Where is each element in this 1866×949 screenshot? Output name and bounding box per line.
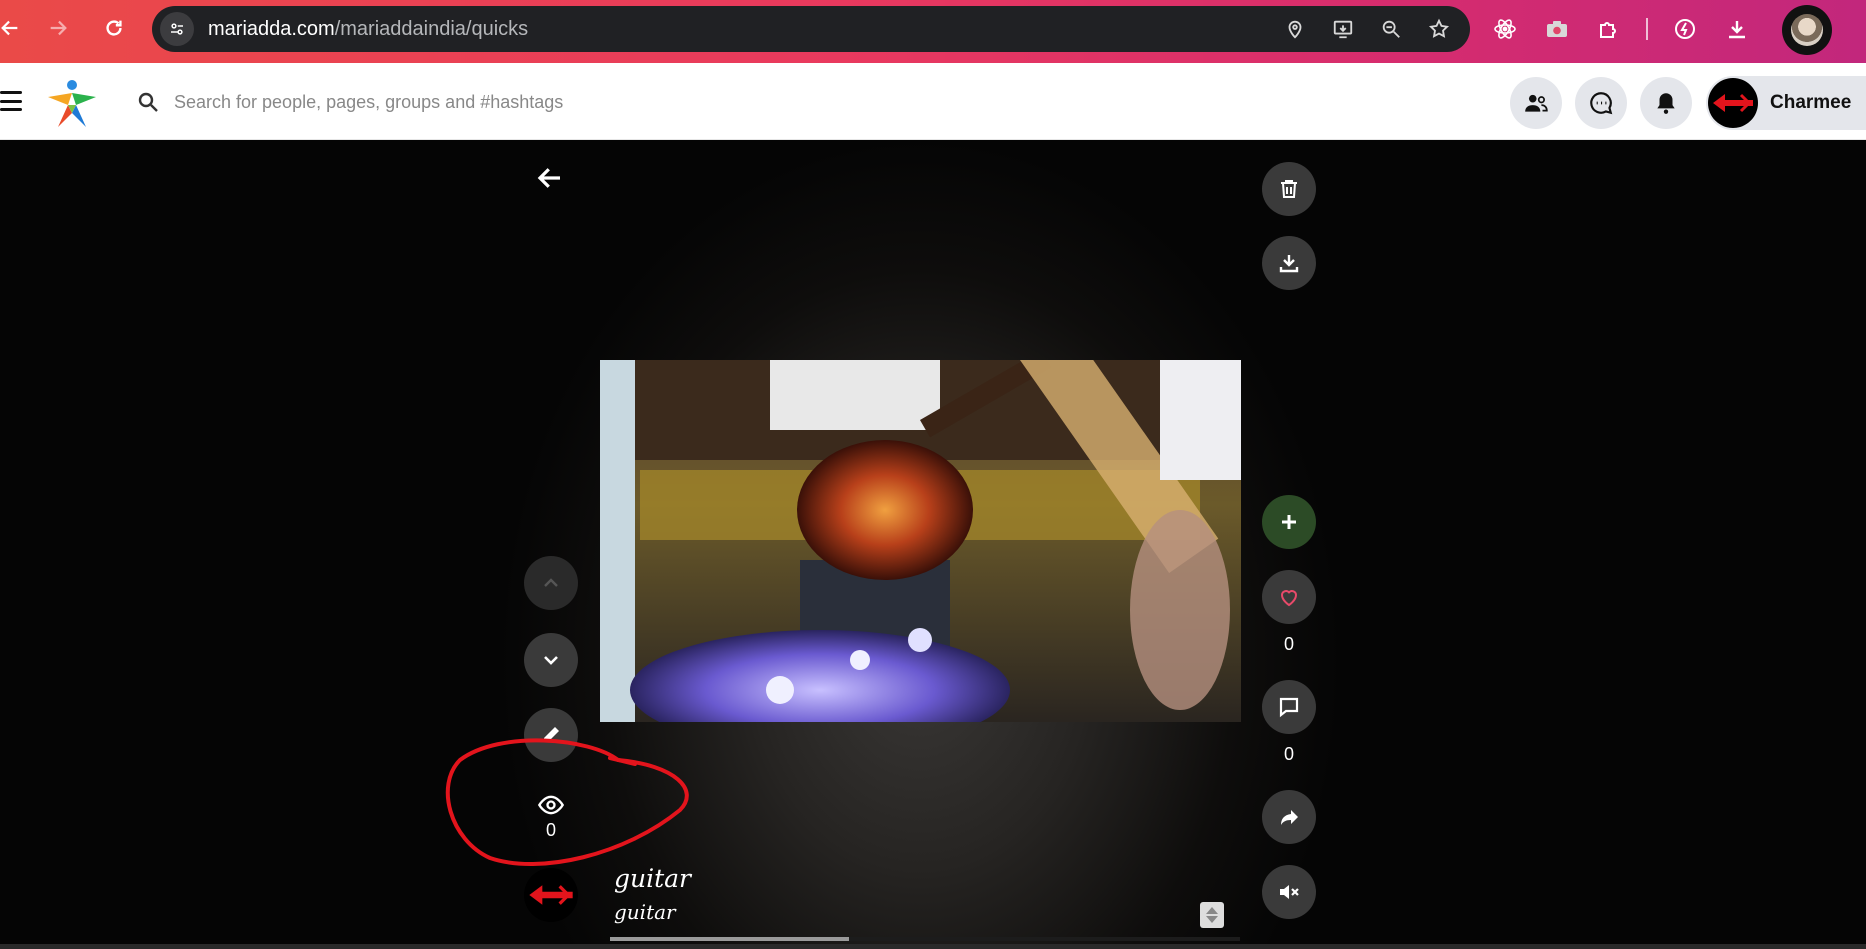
- trash-icon: [1281, 180, 1297, 198]
- delete-button[interactable]: [1262, 162, 1316, 216]
- quick-viewer: 0 0 0 guitar guitar: [0, 140, 1866, 949]
- messages-button[interactable]: [1575, 77, 1627, 129]
- arrow-right-icon: [50, 20, 67, 36]
- search-bar[interactable]: [136, 83, 836, 121]
- reload-icon: [106, 20, 122, 36]
- url-text[interactable]: mariadda.com/mariaddaindia/quicks: [208, 18, 528, 41]
- comment-icon: [1279, 697, 1299, 718]
- view-count: 0: [545, 820, 556, 840]
- video-progress-bar[interactable]: [610, 937, 1240, 941]
- plus-icon: [1282, 515, 1296, 529]
- quick-description: guitar: [614, 900, 676, 924]
- site-info-button[interactable]: [160, 12, 194, 46]
- reload-button[interactable]: [96, 10, 132, 46]
- chat-icon: [1590, 92, 1613, 115]
- menu-icon[interactable]: [0, 91, 22, 111]
- user-avatar: [1708, 78, 1758, 128]
- like-count: 0: [1283, 634, 1294, 654]
- back-button[interactable]: [0, 10, 28, 46]
- chevron-down-icon: [544, 656, 558, 665]
- comment-button[interactable]: [1262, 680, 1316, 734]
- user-name: Charmee: [1770, 92, 1852, 113]
- downloads-icon[interactable]: [1722, 14, 1752, 44]
- heart-icon: [1280, 590, 1298, 607]
- video-frame: [600, 360, 1241, 722]
- url-domain: mariadda.com: [208, 17, 335, 40]
- download-button[interactable]: [1262, 236, 1316, 290]
- previous-quick-button[interactable]: [524, 556, 578, 610]
- poster-avatar[interactable]: [524, 868, 578, 922]
- profile-photo: [1791, 14, 1823, 46]
- forward-button[interactable]: [40, 10, 76, 46]
- bookmark-star-icon[interactable]: [1426, 16, 1452, 42]
- toolbar-divider: [1646, 18, 1648, 40]
- eye-icon: [537, 795, 565, 815]
- browser-profile-avatar[interactable]: [1782, 5, 1832, 55]
- address-bar[interactable]: mariadda.com/mariaddaindia/quicks: [152, 6, 1470, 52]
- site-logo[interactable]: [44, 75, 100, 131]
- triangle-down-icon: [1206, 916, 1218, 923]
- mute-button[interactable]: [1262, 865, 1316, 919]
- notifications-button[interactable]: [1640, 77, 1692, 129]
- triangle-up-icon: [1206, 907, 1218, 914]
- location-icon[interactable]: [1282, 16, 1308, 42]
- comment-count: 0: [1283, 744, 1294, 764]
- chevron-up-icon: [544, 578, 558, 587]
- red-arrow-logo-icon: [1713, 93, 1753, 113]
- expand-caption-toggle[interactable]: [1200, 902, 1224, 928]
- back-to-feed-button[interactable]: [532, 160, 568, 196]
- zoom-icon[interactable]: [1378, 16, 1404, 42]
- tune-icon: [171, 23, 183, 35]
- red-arrow-logo-icon: [529, 885, 573, 905]
- page-bottom-edge: [0, 944, 1866, 949]
- performance-icon[interactable]: [1670, 14, 1700, 44]
- like-button[interactable]: [1262, 570, 1316, 624]
- share-button[interactable]: [1262, 790, 1316, 844]
- arrow-left-icon: [1, 20, 18, 36]
- url-path: /mariaddaindia/quicks: [334, 17, 529, 40]
- edit-icon: [544, 727, 559, 742]
- video-progress-fill: [610, 937, 850, 941]
- search-icon: [138, 92, 158, 112]
- bell-icon: [1657, 93, 1675, 114]
- extensions-puzzle-icon[interactable]: [1594, 14, 1624, 44]
- install-app-icon[interactable]: [1330, 16, 1356, 42]
- edit-button[interactable]: [524, 708, 578, 762]
- share-icon: [1281, 810, 1298, 825]
- search-input[interactable]: [174, 91, 814, 113]
- add-button[interactable]: [1262, 495, 1316, 549]
- people-icon: [1525, 94, 1548, 112]
- browser-toolbar: mariadda.com/mariaddaindia/quicks: [0, 0, 1866, 63]
- quick-title: guitar: [614, 864, 692, 893]
- quick-video[interactable]: [600, 360, 1241, 722]
- react-devtools-icon[interactable]: [1490, 14, 1520, 44]
- arrow-left-icon: [537, 168, 560, 188]
- friends-button[interactable]: [1510, 77, 1562, 129]
- mute-icon: [1280, 885, 1299, 899]
- camera-icon[interactable]: [1542, 14, 1572, 44]
- user-profile-button[interactable]: Charmee: [1706, 76, 1866, 130]
- next-quick-button[interactable]: [524, 633, 578, 687]
- download-icon: [1279, 255, 1299, 273]
- site-header: Charmee: [0, 63, 1866, 140]
